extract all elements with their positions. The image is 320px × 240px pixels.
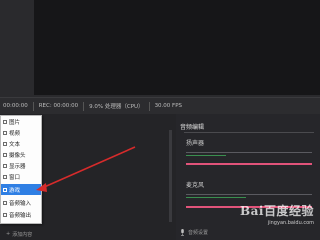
sources-scrollbar[interactable] <box>169 130 172 222</box>
baidu-watermark: Bai百度经验 jingyan.baidu.com <box>240 202 314 226</box>
speaker-meter-track <box>186 152 312 153</box>
menu-item-audio-output[interactable]: 音频输出 <box>1 209 41 220</box>
menu-item-video[interactable]: 视频 <box>1 127 41 138</box>
mixer-toolbar: 音频设置 <box>180 229 208 236</box>
menu-item-game[interactable]: 游戏 <box>1 184 41 195</box>
add-icon[interactable]: + <box>6 231 10 237</box>
game-icon <box>3 187 7 192</box>
text-icon <box>3 141 7 146</box>
channel-label-speaker: 扬声器 <box>186 140 205 147</box>
add-source-menu: 图片 视频 文本 摄像头 显示器 窗口 游戏 音频输入 音频输出 <box>0 115 42 224</box>
video-icon <box>3 130 7 135</box>
menu-item-image[interactable]: 图片 <box>1 116 41 127</box>
menu-item-label: 文本 <box>9 141 21 148</box>
mic-level-bar <box>186 197 246 198</box>
watermark-url: jingyan.baidu.com <box>267 220 314 226</box>
speaker-volume-slider[interactable] <box>186 163 312 165</box>
menu-item-label: 窗口 <box>9 174 21 181</box>
monitor-icon <box>3 163 7 168</box>
menu-item-audio-input[interactable]: 音频输入 <box>1 197 41 208</box>
mic-meter-track <box>186 194 312 195</box>
mixer-divider <box>184 132 314 133</box>
fps-readout: 30.00 FPS <box>154 103 183 109</box>
rec-time: REC: 00:00:00 <box>38 103 79 109</box>
menu-item-label: 音频输出 <box>9 212 32 219</box>
window-icon <box>3 174 7 179</box>
preview-canvas <box>34 0 320 95</box>
menu-item-window[interactable]: 窗口 <box>1 171 41 182</box>
audio-output-icon <box>3 212 7 217</box>
image-icon <box>3 119 7 124</box>
menu-item-label: 游戏 <box>9 187 21 194</box>
watermark-logo: Bai百度经验 <box>240 204 314 218</box>
menu-item-monitor[interactable]: 显示器 <box>1 160 41 171</box>
speaker-level-bar <box>186 155 226 156</box>
status-divider <box>83 101 85 111</box>
menu-item-text[interactable]: 文本 <box>1 138 41 149</box>
status-divider <box>32 101 34 111</box>
stream-time: 00:00:00 <box>3 103 28 109</box>
cpu-usage: 9.0% 处理器（CPU） <box>89 104 144 110</box>
menu-item-label: 音频输入 <box>9 200 32 207</box>
menu-item-label: 图片 <box>9 119 21 126</box>
audio-input-icon <box>3 200 7 205</box>
sources-toolbar: + 添加内容 <box>0 228 176 240</box>
menu-item-camera[interactable]: 摄像头 <box>1 149 41 160</box>
audio-settings-button[interactable]: 音频设置 <box>188 229 208 236</box>
channel-label-microphone: 麦克风 <box>186 182 205 189</box>
audio-mixer: 音频编辑 扬声器 麦克风 音频设置 Bai百度经验 jingyan.baidu.… <box>176 114 320 240</box>
mixer-title: 音频编辑 <box>180 124 205 131</box>
add-source-button[interactable]: 添加内容 <box>12 231 32 238</box>
menu-item-label: 视频 <box>9 130 21 137</box>
mic-icon[interactable] <box>180 229 185 236</box>
menu-item-label: 显示器 <box>9 163 26 170</box>
camera-icon <box>3 152 7 157</box>
status-divider <box>148 101 150 111</box>
menu-item-label: 摄像头 <box>9 152 26 159</box>
status-bar: 00:00:00 REC: 00:00:00 9.0% 处理器（CPU） 30.… <box>0 97 320 114</box>
